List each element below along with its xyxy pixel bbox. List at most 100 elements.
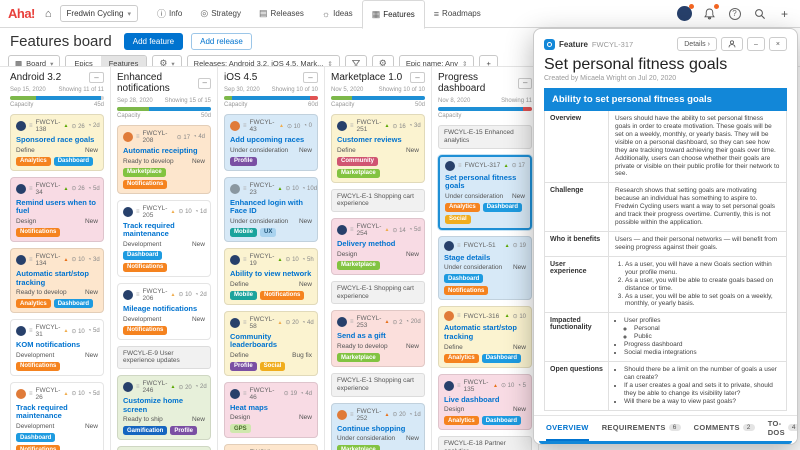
add-release-button[interactable]: Add release [191, 33, 252, 50]
tab-label: OVERVIEW [546, 423, 589, 432]
showing-count: Showing 10 of 10 [379, 87, 425, 93]
estimate-value: ◔ 2d [88, 123, 100, 129]
estimate-value: ◔ 1d [195, 209, 207, 215]
feature-card[interactable]: ≡FWCYL-206▲⊙ 10◔ 2dMileage notifications… [117, 283, 211, 340]
feature-card[interactable]: ≡FWCYL-19▲⊙ 10◔ 5hAbility to view networ… [224, 248, 318, 305]
tag-badge: Profile [230, 157, 257, 166]
assignee-avatar [230, 184, 240, 194]
feature-card[interactable]: ≡FWCYL-252▲⊙ 20◔ 1dContinue shoppingUnde… [331, 403, 425, 450]
feature-banner: Ability to set personal fitness goals [544, 88, 787, 111]
feature-card[interactable]: ≡FWCYL-317▲⊙ 17Set personal fitness goal… [438, 155, 532, 230]
assignee-avatar [16, 255, 26, 265]
score-value: ⊙ 14 [392, 227, 405, 234]
nav-item-ideas[interactable]: ☼Ideas [313, 0, 362, 28]
user-avatar[interactable] [677, 6, 692, 21]
card-metrics: ▲⊙ 20◔ 1d [384, 411, 420, 418]
score-value: ⊙ 2 [392, 319, 402, 326]
nav-item-releases[interactable]: ▤Releases [250, 0, 313, 28]
workspace-selector[interactable]: Fredwin Cycling ▾ [60, 5, 138, 22]
feature-card[interactable]: ≡FWCYL-213▲⊙ 27◔ 5dPayment subscriptions… [117, 446, 211, 450]
minimize-button[interactable]: – [747, 37, 765, 51]
nav-item-features[interactable]: ▦Features [362, 0, 425, 29]
tag-badge: Dashboard [482, 354, 521, 363]
capacity-bar [438, 107, 532, 111]
tag-badge: Notifications [123, 263, 167, 272]
card-status-row: Under considerationNew [445, 193, 525, 200]
add-icon[interactable]: + [777, 6, 792, 21]
nav-item-info[interactable]: ⓘInfo [148, 0, 191, 28]
feature-card[interactable]: ≡FWCYL-45▲⊙ 23◔ 3dSecurity patch updateR… [224, 444, 318, 450]
feature-card[interactable]: ≡FWCYL-253▲⊙ 2◔ 20dSend as a giftReady t… [331, 310, 425, 367]
drawer-tab-overview[interactable]: OVERVIEW [546, 416, 589, 441]
card-title: Automatic receipting [123, 147, 205, 156]
collapse-column-button[interactable]: – [198, 78, 211, 89]
search-icon[interactable] [752, 6, 767, 21]
feature-card[interactable]: ≡FWCYL-251▲⊙ 16◔ 3dCustomer reviewsDefin… [331, 114, 425, 183]
chevron-right-icon: › [708, 41, 710, 48]
tag-badge: Analytics [16, 157, 51, 166]
feature-card[interactable]: ≡FWCYL-246▲⊙ 20◔ 2dCustomize home screen… [117, 375, 211, 440]
score-value: ⊙ 10 [71, 256, 84, 263]
tag-badge: Notifications [123, 326, 167, 335]
feature-card[interactable]: ≡FWCYL-51▲⊙ 19Stage detailsUnder conside… [438, 236, 532, 301]
score-status-icon: ▲ [384, 123, 389, 129]
feature-card[interactable]: ≡FWCYL-208⊙ 17◔ 4dAutomatic receiptingRe… [117, 125, 211, 194]
score-status-icon: ▲ [170, 384, 175, 390]
feature-card[interactable]: ≡FWCYL-254▲⊙ 14◔ 5dDelivery methodDesign… [331, 218, 425, 275]
feature-card[interactable]: ≡FWCYL-23▲⊙ 10◔ 10dEnhanced login with F… [224, 177, 318, 242]
drag-handle-icon: ≡ [457, 243, 461, 249]
detail-value: User profilesPersonalPublicProgress dash… [609, 313, 786, 361]
score-status-icon: ▲ [384, 319, 389, 325]
drawer-tabs: OVERVIEWREQUIREMENTS6COMMENTS2TO-DOS4— [534, 415, 797, 441]
detail-row: Open questionsShould there be a limit on… [545, 362, 786, 410]
card-metrics: ⊙ 17◔ 4d [177, 134, 205, 141]
collapse-column-button[interactable]: – [89, 72, 104, 83]
collapse-column-button[interactable]: – [410, 72, 425, 83]
score-status-icon: ▲ [505, 313, 510, 319]
feature-card[interactable]: ≡FWCYL-43▲⊙ 10◔ 0Add upcoming racesUnder… [224, 114, 318, 171]
watchers-button[interactable] [721, 37, 743, 51]
capacity-segment [117, 107, 149, 111]
card-metrics: ▲⊙ 2◔ 20d [384, 319, 420, 326]
drawer-tab-comments[interactable]: COMMENTS2 [694, 416, 755, 441]
feature-kind: New [192, 241, 205, 248]
feature-card[interactable]: ≡FWCYL-138▲⊙ 26◔ 2dSponsored race goalsD… [10, 114, 104, 171]
tag-badge: Marketplace [337, 445, 380, 450]
add-feature-button[interactable]: Add feature [124, 33, 183, 50]
bell-icon[interactable] [702, 6, 717, 21]
feature-card[interactable]: ≡FWCYL-31▲⊙ 10◔ 5dKOM notificationsDevel… [10, 319, 104, 376]
feature-card[interactable]: ≡FWCYL-205▲⊙ 10◔ 1dTrack required mainte… [117, 200, 211, 277]
collapse-column-button[interactable]: – [518, 78, 532, 89]
score-value: ⊙ 16 [392, 123, 405, 130]
assignee-avatar [230, 255, 240, 265]
feature-card[interactable]: ≡FWCYL-46⊙ 19◔ 4dHeat mapsDesignNewGPS [224, 382, 318, 439]
aha-logo[interactable]: Aha! [8, 6, 35, 21]
card-title: Continue shopping [337, 425, 419, 434]
feature-card[interactable]: ≡FWCYL-26▲⊙ 10◔ 5dTrack required mainten… [10, 382, 104, 450]
feature-card[interactable]: ≡FWCYL-34▲⊙ 26◔ 5dRemind users when to f… [10, 177, 104, 242]
nav-item-roadmaps[interactable]: ≡Roadmaps [425, 0, 490, 28]
drawer-tab-requirements[interactable]: REQUIREMENTS6 [602, 416, 681, 441]
card-header: ≡FWCYL-138▲⊙ 26◔ 2d [16, 119, 98, 133]
nav-item-strategy[interactable]: ◎Strategy [191, 0, 250, 28]
close-icon[interactable]: × [769, 37, 787, 51]
feature-drawer: Feature FWCYL-317 Details› – × Set perso… [533, 28, 798, 445]
details-button[interactable]: Details› [677, 37, 717, 51]
feature-kind: New [299, 414, 312, 421]
feature-card[interactable]: ≡FWCYL-316▲⊙ 10Automatic start/stop trac… [438, 306, 532, 367]
capacity-total: 45d [94, 102, 104, 108]
card-title: Remind users when to fuel [16, 199, 98, 216]
home-icon[interactable]: ⌂ [45, 8, 52, 20]
collapse-column-button[interactable]: – [303, 72, 318, 83]
feature-card[interactable]: ≡FWCYL-58▲⊙ 20◔ 4dCommunity leaderboards… [224, 311, 318, 376]
workflow-status: Design [230, 414, 250, 421]
drawer-tab-to-dos[interactable]: TO-DOS4 [768, 416, 798, 441]
feature-card[interactable]: ≡FWCYL-134▲⊙ 10◔ 3dAutomatic start/stop … [10, 248, 104, 313]
assignee-avatar [16, 184, 26, 194]
workflow-status: Define [230, 352, 249, 359]
feature-card[interactable]: ≡FWCYL-135▲⊙ 10◔ 5Live dashboardDesignNe… [438, 374, 532, 431]
estimate-value: ◔ 4d [300, 391, 312, 397]
help-icon[interactable]: ? [727, 6, 742, 21]
card-tags: AnalyticsDashboard [16, 299, 98, 308]
assignee-avatar [123, 207, 133, 217]
